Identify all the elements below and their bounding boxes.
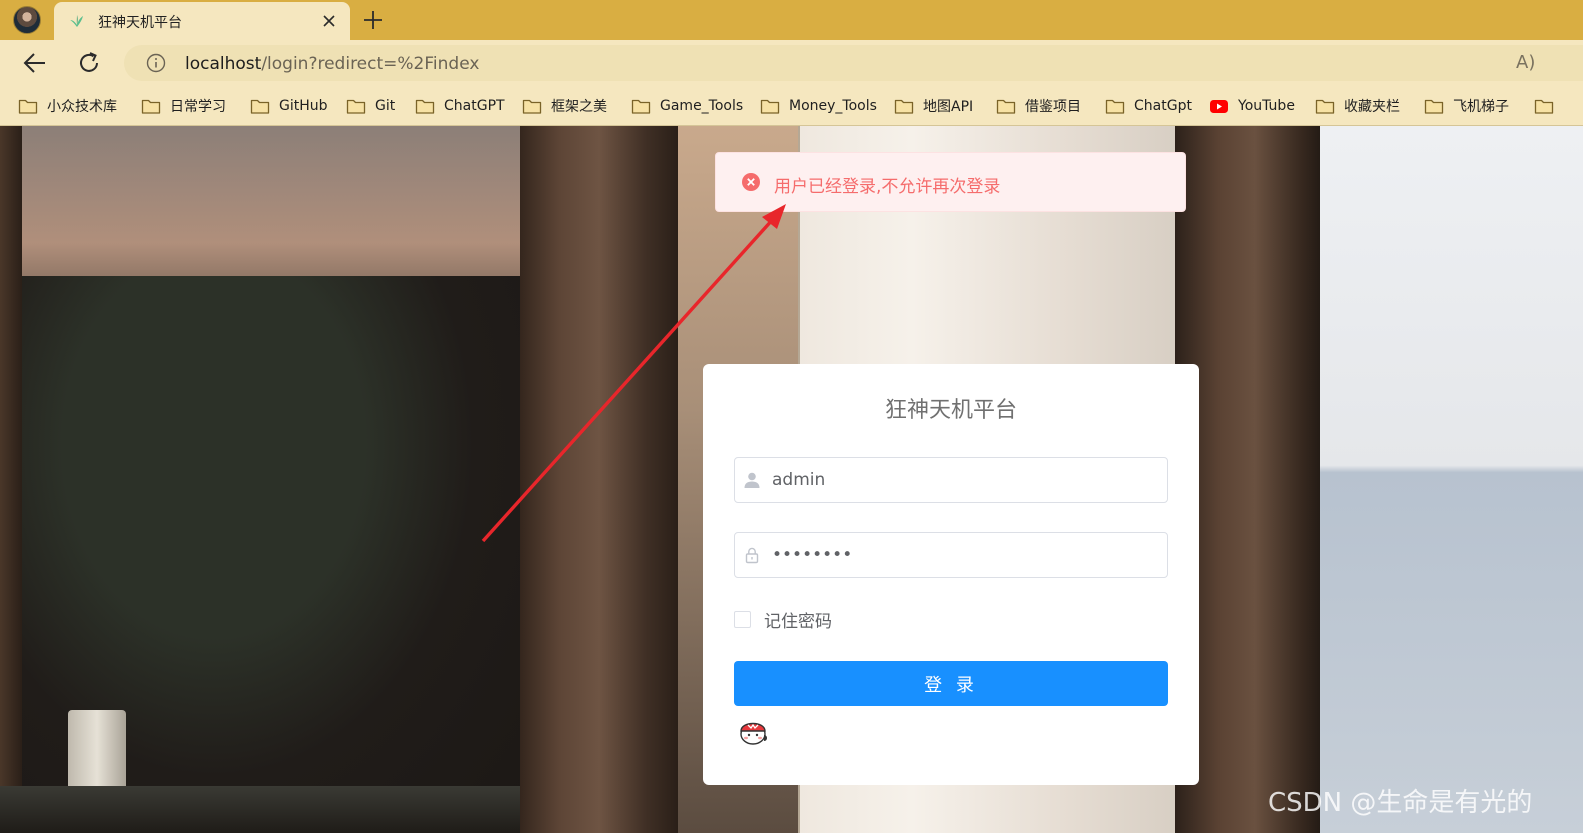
bookmark-label: 地图API	[923, 99, 974, 115]
reload-icon[interactable]	[76, 50, 102, 76]
folder-icon	[996, 99, 1016, 114]
url-text[interactable]: localhost/login?redirect=%2Findex	[185, 54, 479, 74]
error-message-text: 用户已经登录,不允许再次登录	[774, 177, 1001, 197]
password-field	[734, 532, 1168, 578]
folder-icon	[1424, 99, 1444, 114]
bookmark-item[interactable]: Money_Tools	[760, 96, 877, 116]
bookmark-label: 日常学习	[170, 99, 226, 115]
bookmark-item[interactable]: 日常学习	[141, 96, 226, 116]
bookmark-item[interactable]: 小众技术库	[18, 96, 117, 116]
bookmark-label: YouTube	[1238, 98, 1295, 114]
site-info-icon[interactable]	[146, 53, 166, 73]
user-icon	[744, 472, 760, 488]
error-circle-icon	[742, 173, 760, 191]
login-form: 狂神天机平台 记住密码 登 录	[703, 364, 1199, 785]
username-input[interactable]	[772, 458, 1162, 502]
bookmark-item[interactable]: 地图API	[894, 96, 973, 116]
background-wood-post-left	[520, 126, 678, 833]
mascot-icon	[740, 722, 767, 745]
bookmark-item[interactable]: 飞机梯子	[1424, 96, 1509, 116]
folder-icon	[894, 99, 914, 114]
read-aloud-icon[interactable]: A)	[1516, 52, 1535, 73]
leaf-favicon-icon	[70, 15, 83, 27]
bookmark-label: Game_Tools	[660, 98, 744, 114]
watermark: CSDN @生命是有光的	[1268, 788, 1533, 818]
bookmark-item[interactable]: Git	[346, 96, 395, 116]
background-photo-window	[1320, 126, 1583, 833]
username-field	[734, 457, 1168, 503]
folder-icon	[760, 99, 780, 114]
bookmark-label: ChatGpt	[1134, 98, 1192, 114]
bookmark-item[interactable]: YouTube	[1209, 96, 1295, 116]
bookmark-label: Money_Tools	[789, 98, 877, 114]
error-message: 用户已经登录,不允许再次登录	[715, 152, 1186, 212]
folder-icon	[522, 99, 542, 114]
bookmark-item[interactable]	[1534, 96, 1563, 116]
bookmark-label: 小众技术库	[47, 99, 117, 115]
bookmark-label: 框架之美	[551, 99, 607, 115]
background-table	[0, 786, 520, 833]
new-tab-icon[interactable]	[362, 9, 384, 31]
login-button[interactable]: 登 录	[734, 661, 1168, 706]
remember-password-checkbox[interactable]	[734, 611, 751, 628]
bookmark-item[interactable]: GitHub	[250, 96, 328, 116]
bookmark-item[interactable]: 收藏夹栏	[1315, 96, 1400, 116]
lock-icon	[745, 547, 759, 564]
bookmark-item[interactable]: Game_Tools	[631, 96, 743, 116]
browser-toolbar: localhost/login?redirect=%2Findex A)	[0, 40, 1583, 86]
folder-icon	[141, 99, 161, 114]
tab-title: 狂神天机平台	[98, 15, 182, 31]
browser-tab[interactable]: 狂神天机平台	[54, 2, 350, 40]
close-tab-icon[interactable]	[320, 12, 338, 30]
tab-strip: 狂神天机平台	[0, 0, 1583, 40]
bookmark-label: Git	[375, 98, 396, 114]
bookmark-label: 收藏夹栏	[1344, 99, 1400, 115]
password-input[interactable]	[772, 533, 1162, 577]
folder-icon	[1105, 99, 1125, 114]
url-host: localhost	[185, 54, 262, 74]
address-bar[interactable]: localhost/login?redirect=%2Findex A)	[124, 45, 1583, 81]
back-arrow-icon[interactable]	[22, 51, 48, 75]
profile-avatar[interactable]	[13, 6, 41, 34]
remember-password[interactable]: 记住密码	[734, 607, 832, 632]
bookmark-label: GitHub	[279, 98, 328, 114]
bookmark-item[interactable]: 借鉴项目	[996, 96, 1081, 116]
bookmark-item[interactable]: ChatGpt	[1105, 96, 1192, 116]
bookmark-label: ChatGPT	[444, 98, 505, 114]
folder-icon	[415, 99, 435, 114]
bookmark-item[interactable]: ChatGPT	[415, 96, 505, 116]
bookmarks-bar: 小众技术库 日常学习 GitHub Git ChatGPT 框架之美 Game_Tools M…	[0, 86, 1583, 126]
login-title: 狂神天机平台	[884, 398, 1017, 423]
folder-icon	[1315, 99, 1335, 114]
background-wood-frame	[0, 126, 22, 833]
bookmark-label: 借鉴项目	[1025, 99, 1081, 115]
folder-icon	[250, 99, 270, 114]
folder-icon	[1534, 99, 1554, 114]
folder-icon	[346, 99, 366, 114]
url-path: /login?redirect=%2Findex	[261, 54, 480, 74]
bookmark-item[interactable]: 框架之美	[522, 96, 607, 116]
folder-icon	[631, 99, 651, 114]
folder-icon	[18, 99, 38, 114]
bookmark-label: 飞机梯子	[1453, 99, 1509, 115]
youtube-icon	[1210, 100, 1228, 113]
remember-password-label: 记住密码	[764, 612, 832, 632]
